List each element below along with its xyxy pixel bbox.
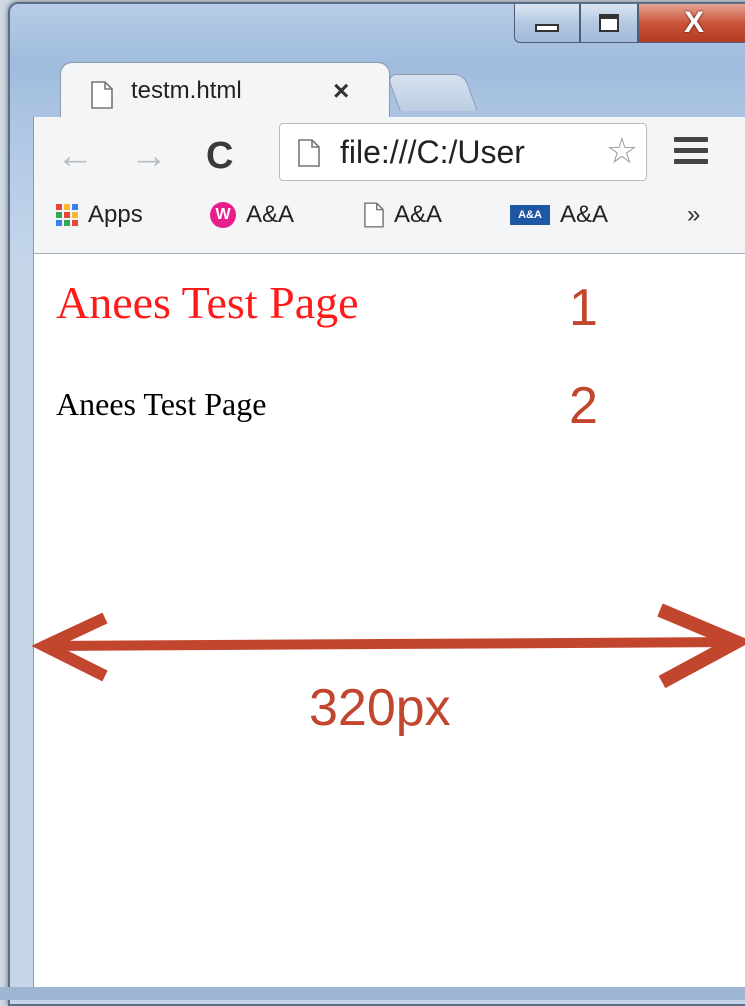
width-arrow (31, 603, 745, 689)
window-bottom-edge (0, 987, 745, 1000)
width-arrow-shaft (40, 637, 741, 651)
